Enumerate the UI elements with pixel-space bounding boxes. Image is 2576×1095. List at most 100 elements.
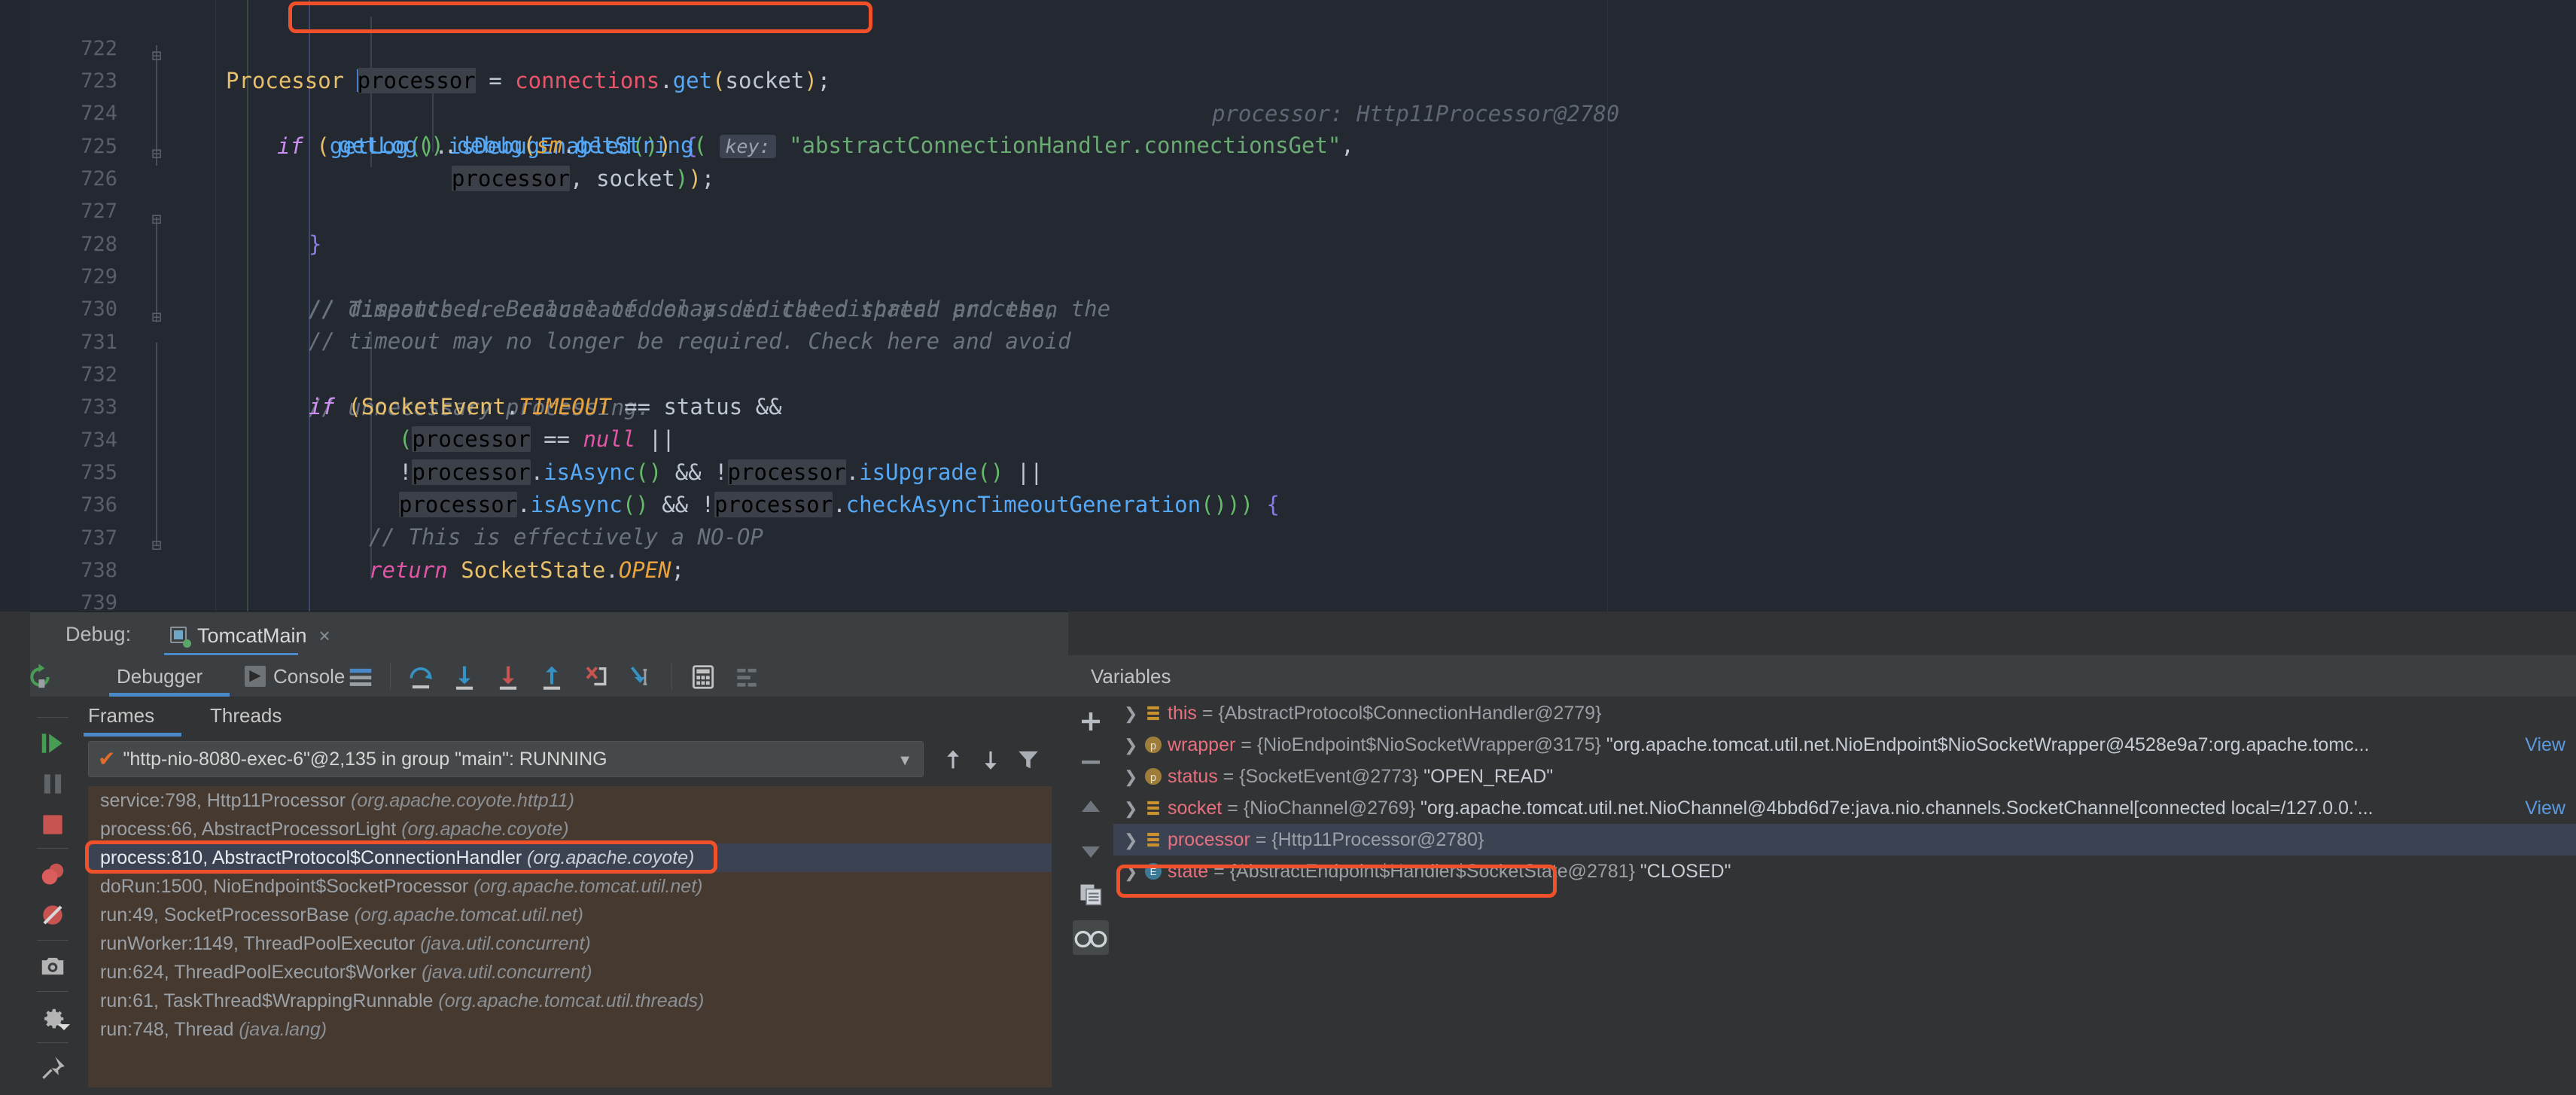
stack-frame-row[interactable]: service:798, Http11Processor (org.apache…: [88, 786, 1052, 815]
pin-icon[interactable]: [38, 1054, 67, 1083]
variable-value: = {SocketEvent@2773}: [1223, 766, 1424, 787]
code-lines[interactable]: 722 Processor processor = connections.ge…: [0, 0, 2576, 612]
run-to-cursor-icon[interactable]: [625, 663, 653, 691]
frame-up-icon[interactable]: [940, 747, 966, 773]
variable-row[interactable]: ❯ this = {AbstractProtocol$ConnectionHand…: [1113, 697, 2576, 729]
move-up-icon[interactable]: [1077, 794, 1104, 821]
stack-frame-row[interactable]: run:61, TaskThread$WrappingRunnable (org…: [88, 987, 1052, 1015]
variable-row[interactable]: ❯ p status = {SocketEvent@2773} "OPEN_READ…: [1113, 761, 2576, 792]
stack-frame-row[interactable]: run:748, Thread (java.lang): [88, 1015, 1052, 1044]
mute-breakpoints-icon[interactable]: [38, 901, 67, 929]
thread-status-check-icon: ✔: [98, 747, 116, 770]
variable-name: processor: [1168, 829, 1256, 850]
thread-name: "http-nio-8080-exec-6"@2,135 in group "m…: [123, 748, 607, 770]
variables-header: Variables: [1068, 655, 2576, 697]
view-link[interactable]: View: [2525, 792, 2565, 824]
tab-threads[interactable]: Threads: [210, 704, 282, 727]
variables-list[interactable]: ❯ this = {AbstractProtocol$ConnectionHand…: [1113, 697, 2576, 1095]
chevron-down-icon[interactable]: ▼: [897, 752, 912, 770]
layout-icon[interactable]: [346, 663, 375, 691]
frame-down-icon[interactable]: [978, 747, 1003, 773]
variable-row[interactable]: ❯ processor = {Http11Processor@2780}: [1113, 824, 2576, 856]
variable-row[interactable]: ❯ p wrapper = {NioEndpoint$NioSocketWrappe…: [1113, 729, 2576, 761]
tab-console[interactable]: ▶ Console: [245, 660, 345, 693]
debug-action-column: [31, 697, 75, 1095]
tab-frames-underline: [84, 733, 181, 737]
svg-text:p: p: [1150, 772, 1156, 784]
close-icon[interactable]: ×: [319, 624, 330, 648]
move-down-icon[interactable]: [1077, 837, 1104, 865]
step-into-icon[interactable]: [450, 663, 479, 691]
stack-frame-method: process:66, AbstractProcessorLight: [100, 819, 402, 840]
chevron-right-icon[interactable]: ❯: [1124, 730, 1143, 761]
chevron-right-icon[interactable]: ❯: [1124, 825, 1143, 856]
debug-label: Debug:: [65, 623, 132, 645]
stack-frame-package: (org.apache.tomcat.util.threads): [438, 990, 705, 1011]
chevron-right-icon[interactable]: ❯: [1124, 698, 1143, 730]
stack-frame-method: run:748, Thread: [100, 1019, 239, 1040]
stack-frame-package: (java.util.concurrent): [422, 962, 592, 983]
thread-selector[interactable]: ✔ "http-nio-8080-exec-6"@2,135 in group …: [88, 741, 924, 777]
watches-icon[interactable]: [1073, 920, 1109, 955]
drop-frame-icon[interactable]: [581, 663, 610, 691]
evaluate-expression-icon[interactable]: [689, 663, 717, 691]
variable-value: = {AbstractProtocol$ConnectionHandler@27…: [1201, 703, 1602, 724]
variable-value: = {AbstractEndpoint$Handler$SocketState@…: [1213, 861, 1640, 882]
variables-title: Variables: [1091, 665, 1171, 688]
code-editor[interactable]: 722 Processor processor = connections.ge…: [0, 0, 2576, 612]
stack-frame-method: run:49, SocketProcessorBase: [100, 904, 355, 926]
view-link[interactable]: View: [2525, 729, 2565, 761]
view-breakpoints-icon[interactable]: [38, 860, 67, 889]
variable-string-value: "org.apache.tomcat.util.net.NioChannel@4…: [1420, 798, 2374, 819]
remove-watch-icon[interactable]: [1077, 749, 1104, 776]
stack-frame-method: service:798, Http11Processor: [100, 790, 352, 811]
frames-tab-row: Frames Threads: [75, 697, 1068, 737]
rerun-icon[interactable]: [26, 663, 54, 691]
tab-frames[interactable]: Frames: [88, 704, 154, 727]
add-watch-icon[interactable]: [1077, 708, 1104, 735]
stack-frame-method: doRun:1500, NioEndpoint$SocketProcessor: [100, 876, 474, 897]
stack-frame-row[interactable]: process:810, AbstractProtocol$Connection…: [88, 843, 1052, 872]
console-icon: ▶: [245, 666, 266, 687]
stack-frame-row[interactable]: doRun:1500, NioEndpoint$SocketProcessor …: [88, 872, 1052, 901]
force-step-into-icon[interactable]: [494, 663, 522, 691]
pause-program-icon[interactable]: [38, 770, 67, 798]
stack-frame-method: run:61, TaskThread$WrappingRunnable: [100, 990, 439, 1011]
camera-icon[interactable]: [38, 952, 67, 981]
stop-icon[interactable]: [38, 810, 67, 839]
step-over-icon[interactable]: [406, 663, 435, 691]
variable-name: status: [1168, 766, 1223, 787]
step-out-icon[interactable]: [537, 663, 566, 691]
chevron-right-icon[interactable]: ❯: [1124, 856, 1143, 888]
variable-string-value: "CLOSED": [1640, 861, 1731, 882]
variables-sidebar-toolbar: [1068, 697, 1113, 1095]
chevron-right-icon[interactable]: ❯: [1124, 793, 1143, 825]
stack-frame-row[interactable]: run:624, ThreadPoolExecutor$Worker (java…: [88, 958, 1052, 987]
variable-row[interactable]: ❯ socket = {NioChannel@2769} "org.apache.…: [1113, 792, 2576, 824]
filter-icon[interactable]: [1015, 747, 1041, 773]
tab-debugger[interactable]: Debugger: [117, 660, 202, 693]
debug-session-tab[interactable]: TomcatMain ×: [164, 617, 343, 654]
variable-string-value: "OPEN_READ": [1423, 766, 1554, 787]
stack-frame-method: process:810, AbstractProtocol$Connection…: [100, 847, 527, 868]
chevron-right-icon[interactable]: ❯: [1124, 761, 1143, 793]
frames-panel: Frames Threads ✔ "http-nio-8080-exec-6"@…: [75, 697, 1068, 1095]
stack-frame-package: (org.apache.tomcat.util.net): [354, 904, 583, 926]
settings-list-icon[interactable]: [732, 663, 761, 691]
variable-name: socket: [1168, 798, 1228, 819]
stack-frame-row[interactable]: process:66, AbstractProcessorLight (org.…: [88, 815, 1052, 843]
variable-row[interactable]: ❯ Estate = {AbstractEndpoint$Handler$Sock…: [1113, 856, 2576, 887]
copy-value-icon[interactable]: [1077, 881, 1104, 908]
stack-frame-row[interactable]: run:49, SocketProcessorBase (org.apache.…: [88, 901, 1052, 929]
variable-name: state: [1168, 861, 1214, 882]
variable-name: this: [1168, 703, 1202, 724]
settings-gear-icon[interactable]: [38, 1003, 70, 1032]
frames-list[interactable]: service:798, Http11Processor (org.apache…: [88, 786, 1052, 1087]
stack-frame-method: run:624, ThreadPoolExecutor$Worker: [100, 962, 422, 983]
stack-frame-package: (java.util.concurrent): [420, 933, 591, 954]
resume-program-icon[interactable]: [38, 729, 67, 758]
stack-frame-row[interactable]: runWorker:1149, ThreadPoolExecutor (java…: [88, 929, 1052, 958]
run-config-icon: [169, 625, 191, 648]
enum-icon: E: [1143, 862, 1168, 881]
variable-value: = {NioEndpoint$NioSocketWrapper@3175}: [1241, 734, 1606, 755]
